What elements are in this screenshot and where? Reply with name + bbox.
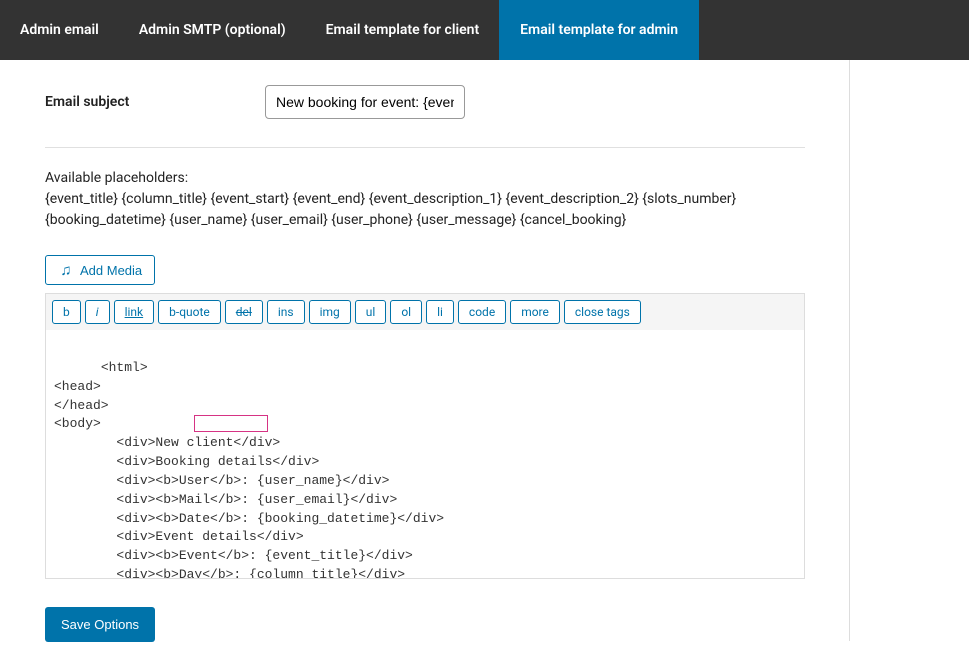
editor-textarea[interactable]: <html> <head> </head> <body> <div>New cl… <box>46 330 804 578</box>
toolbar-ol[interactable]: ol <box>390 300 422 324</box>
toolbar-del[interactable]: del <box>225 300 263 324</box>
editor-content: <html> <head> </head> <body> <div>New cl… <box>54 360 514 578</box>
tabs-bar: Admin email Admin SMTP (optional) Email … <box>0 0 969 60</box>
toolbar-ins[interactable]: ins <box>267 300 305 324</box>
editor-toolbar: b i link b-quote del ins img ul ol li co… <box>46 294 804 330</box>
placeholders-block: Available placeholders: {event_title} {c… <box>45 148 805 255</box>
toolbar-code[interactable]: code <box>458 300 506 324</box>
tab-admin-smtp[interactable]: Admin SMTP (optional) <box>119 0 306 60</box>
toolbar-img[interactable]: img <box>309 300 351 324</box>
media-icon <box>58 262 74 278</box>
toolbar-bquote[interactable]: b-quote <box>158 300 221 324</box>
add-media-label: Add Media <box>80 263 142 278</box>
toolbar-link[interactable]: link <box>114 300 155 324</box>
placeholders-list: {event_title} {column_title} {event_star… <box>45 189 805 231</box>
editor-wrap: b i link b-quote del ins img ul ol li co… <box>45 293 805 579</box>
add-media-button[interactable]: Add Media <box>45 255 155 285</box>
toolbar-more[interactable]: more <box>510 300 560 324</box>
toolbar-bold[interactable]: b <box>52 300 81 324</box>
subject-row: Email subject <box>45 85 805 148</box>
subject-input[interactable] <box>265 85 465 119</box>
toolbar-ul[interactable]: ul <box>355 300 387 324</box>
subject-label: Email subject <box>45 94 265 110</box>
toolbar-close-tags[interactable]: close tags <box>564 300 641 324</box>
highlight-box <box>194 415 268 432</box>
tab-admin-email[interactable]: Admin email <box>0 0 119 60</box>
content-area: Email subject Available placeholders: {e… <box>0 60 850 667</box>
tab-email-template-admin[interactable]: Email template for admin <box>499 0 699 60</box>
toolbar-italic[interactable]: i <box>85 300 110 324</box>
right-border <box>849 60 850 641</box>
placeholders-title: Available placeholders: <box>45 168 805 189</box>
save-options-button[interactable]: Save Options <box>45 607 155 642</box>
toolbar-li[interactable]: li <box>426 300 454 324</box>
tab-email-template-client[interactable]: Email template for client <box>306 0 500 60</box>
